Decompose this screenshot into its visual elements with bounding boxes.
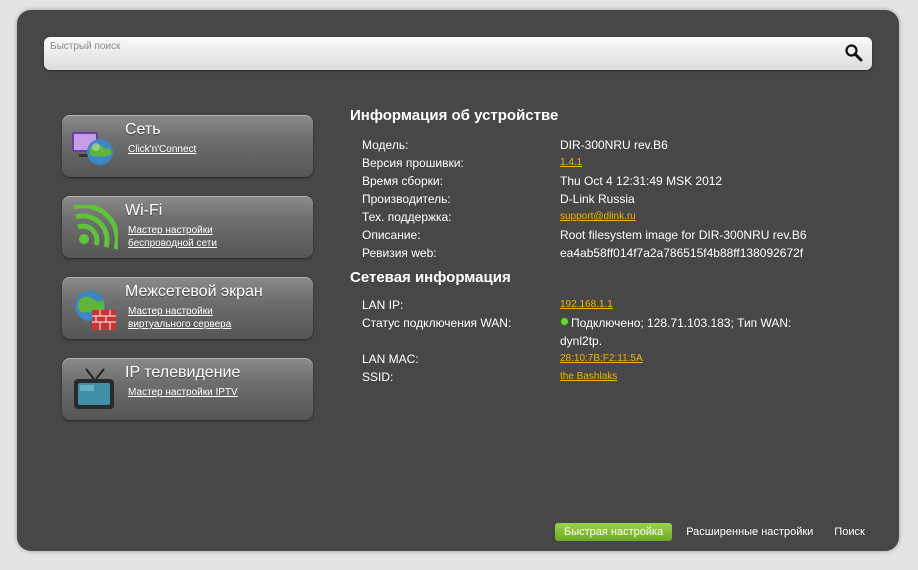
main-panel: Сеть Click'n'Connect Wi-Fi Мастер настро… — [17, 10, 899, 551]
tile-title: IP телевидение — [125, 364, 241, 381]
web-revision-label: Ревизия web: — [362, 246, 437, 260]
wan-status-label: Статус подключения WAN: — [362, 316, 512, 330]
info-row-ssid: SSID: the Bashlaks — [350, 368, 890, 386]
lan-ip-link[interactable]: 192.168.1.1 — [560, 296, 860, 314]
model-label: Модель: — [362, 138, 409, 152]
search-bar — [44, 37, 872, 70]
network-globe-icon — [72, 132, 113, 165]
tile-title: Сеть — [125, 121, 161, 138]
lan-mac-link[interactable]: 28:10:7B:F2:11:5A — [560, 350, 860, 368]
info-row-firmware: Версия прошивки: 1.4.1 — [350, 154, 890, 172]
build-label: Время сборки: — [362, 174, 443, 188]
description-value: Root filesystem image for DIR-300NRU rev… — [560, 228, 807, 242]
iptv-wizard-link[interactable]: Мастер настройки IPTV — [128, 386, 238, 399]
web-revision-value: ea4ab58ff014f7a2a786515f4b88ff138092672f — [560, 246, 804, 260]
virtual-server-wizard-link-line2[interactable]: виртуального сервера — [128, 318, 231, 331]
tile-title: Wi-Fi — [125, 202, 163, 219]
ssid-link[interactable]: the Bashlaks — [560, 368, 860, 386]
info-row-wan-status: Статус подключения WAN: Подключено; 128.… — [350, 314, 890, 350]
vendor-label: Производитель: — [362, 192, 451, 206]
model-value: DIR-300NRU rev.B6 — [560, 138, 668, 152]
description-label: Описание: — [362, 228, 421, 242]
tile-wifi[interactable]: Wi-Fi Мастер настройки беспроводной сети — [62, 196, 313, 258]
lan-mac-label: LAN MAC: — [362, 352, 419, 366]
clickn-connect-link[interactable]: Click'n'Connect — [128, 143, 196, 156]
support-email-link[interactable]: support@dlink.ru — [560, 208, 860, 226]
search-icon[interactable] — [844, 43, 864, 63]
info-row-vendor: Производитель: D-Link Russia — [350, 190, 890, 208]
vendor-value: D-Link Russia — [560, 192, 635, 206]
search-link[interactable]: Поиск — [834, 526, 864, 538]
wifi-wizard-link[interactable]: Мастер настройки — [128, 224, 217, 237]
lan-ip-label: LAN IP: — [362, 298, 404, 312]
info-row-description: Описание: Root filesystem image for DIR-… — [350, 226, 890, 244]
search-input[interactable] — [50, 38, 830, 54]
device-info-heading: Информация об устройстве — [350, 107, 559, 124]
tile-iptv[interactable]: IP телевидение Мастер настройки IPTV — [62, 358, 313, 420]
tile-title: Межсетевой экран — [125, 283, 263, 300]
footer-nav: Быстрая настройка Расширенные настройки … — [555, 523, 865, 541]
wan-status-text: Подключено; 128.71.103.183; Тип WAN: — [571, 316, 792, 330]
quick-setup-button[interactable]: Быстрая настройка — [555, 523, 673, 541]
network-info-heading: Сетевая информация — [350, 269, 511, 286]
wifi-wizard-link-line2[interactable]: беспроводной сети — [128, 237, 217, 250]
build-value: Thu Oct 4 12:31:49 MSK 2012 — [560, 174, 723, 188]
ssid-label: SSID: — [362, 370, 394, 384]
info-row-lan-ip: LAN IP: 192.168.1.1 — [350, 296, 890, 314]
wan-status-value: Подключено; 128.71.103.183; Тип WAN: dyn… — [560, 314, 860, 350]
info-row-support: Тех. поддержка: support@dlink.ru — [350, 208, 890, 226]
tile-network[interactable]: Сеть Click'n'Connect — [62, 115, 313, 177]
info-row-build: Время сборки: Thu Oct 4 12:31:49 MSK 201… — [350, 172, 890, 190]
firmware-label: Версия прошивки: — [362, 156, 464, 170]
tile-firewall[interactable]: Межсетевой экран Мастер настройки виртуа… — [62, 277, 313, 339]
firewall-icon — [75, 291, 116, 330]
wan-type-text: dynl2tp. — [560, 334, 603, 348]
virtual-server-wizard-link[interactable]: Мастер настройки — [128, 305, 231, 318]
wifi-icon — [73, 205, 118, 250]
tv-icon — [74, 368, 114, 409]
advanced-settings-link[interactable]: Расширенные настройки — [686, 526, 813, 538]
firmware-link[interactable]: 1.4.1 — [560, 154, 860, 172]
info-row-model: Модель: DIR-300NRU rev.B6 — [350, 136, 890, 154]
info-row-web-revision: Ревизия web: ea4ab58ff014f7a2a786515f4b8… — [350, 244, 890, 262]
status-connected-icon — [560, 317, 569, 326]
support-label: Тех. поддержка: — [362, 210, 452, 224]
info-row-lan-mac: LAN MAC: 28:10:7B:F2:11:5A — [350, 350, 890, 368]
info-section: Информация об устройстве Модель: DIR-300… — [350, 106, 890, 386]
